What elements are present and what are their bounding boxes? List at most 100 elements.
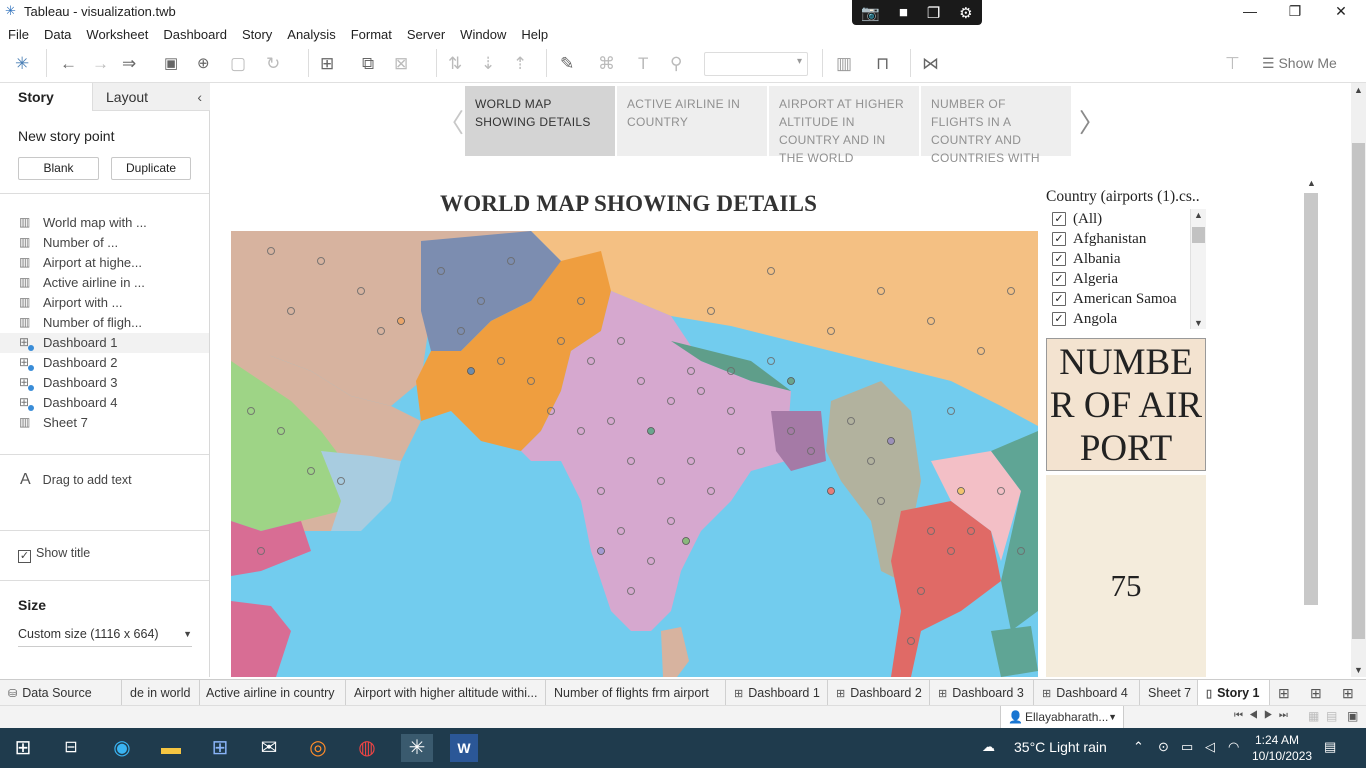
- sheet-tab[interactable]: ▯ Story 1: [1198, 680, 1270, 705]
- sheet-list-item[interactable]: ⊞ Dashboard 4: [0, 393, 209, 413]
- duplicate-button[interactable]: Duplicate: [111, 157, 191, 180]
- clock[interactable]: 1:24 AM 10/10/2023: [1252, 732, 1312, 764]
- sort-asc-icon[interactable]: ⇣: [481, 54, 495, 74]
- scroll-up-icon[interactable]: ▲: [1354, 85, 1363, 95]
- new-dashboard-tab-icon[interactable]: ⊞: [1310, 685, 1322, 702]
- firefox-icon[interactable]: ◎: [304, 734, 332, 762]
- volume-icon[interactable]: ◁: [1205, 739, 1215, 755]
- restore-button[interactable]: ❐: [1280, 2, 1310, 20]
- new-worksheet-icon[interactable]: ⊞: [320, 54, 334, 74]
- video-icon[interactable]: ■: [899, 4, 908, 21]
- scroll-thumb[interactable]: [1192, 227, 1205, 243]
- share-icon[interactable]: ⋈: [922, 54, 939, 74]
- sheet-list-item[interactable]: ▥ Airport with ...: [0, 293, 209, 313]
- checkbox-icon[interactable]: ✓: [1052, 312, 1066, 326]
- sheet-list-item[interactable]: ▥ Number of ...: [0, 233, 209, 253]
- grid-view-icon[interactable]: ▦: [1308, 709, 1319, 723]
- windows-start-icon[interactable]: ⊞: [9, 734, 37, 762]
- scroll-up-icon[interactable]: ▲: [1307, 178, 1316, 188]
- dashboard-scrollbar[interactable]: ▲: [1303, 178, 1319, 677]
- mail-icon[interactable]: ✉: [255, 734, 283, 762]
- filter-scrollbar[interactable]: ▲ ▼: [1190, 209, 1206, 329]
- sheet-tab[interactable]: ⊞ Dashboard 4: [1034, 680, 1140, 705]
- sheet-list-item[interactable]: ▥ Sheet 7: [0, 413, 209, 433]
- sheet-list-item[interactable]: ▥ World map with ...: [0, 213, 209, 233]
- scroll-thumb[interactable]: [1352, 143, 1365, 639]
- sheet-tab[interactable]: Active airline in country: [198, 680, 346, 705]
- meet-icon[interactable]: ⊙: [1158, 739, 1169, 755]
- blank-button[interactable]: Blank: [18, 157, 99, 180]
- sheet-tab[interactable]: Sheet 7: [1140, 680, 1198, 705]
- menu-data[interactable]: Data: [44, 27, 71, 42]
- presentation-icon[interactable]: ⊓: [876, 54, 889, 74]
- story-point-3[interactable]: AIRPORT AT HIGHER ALTITUDE IN COUNTRY AN…: [769, 86, 919, 165]
- menu-story[interactable]: Story: [242, 27, 272, 42]
- fit-dropdown[interactable]: [704, 52, 808, 76]
- sheet-list-item[interactable]: ⊞ Dashboard 3: [0, 373, 209, 393]
- checkbox-icon[interactable]: ✓: [1052, 252, 1066, 266]
- size-select[interactable]: Custom size (1116 x 664): [18, 627, 192, 647]
- paint-icon[interactable]: ⊤: [1225, 54, 1240, 74]
- battery-icon[interactable]: ▭: [1181, 739, 1193, 755]
- redo-icon[interactable]: →: [92, 54, 109, 74]
- window-icon[interactable]: ❐: [927, 4, 940, 22]
- story-point-1[interactable]: WORLD MAP SHOWING DETAILS: [465, 86, 615, 156]
- filter-item[interactable]: ✓ Algeria: [1047, 269, 1207, 289]
- filmstrip-view-icon[interactable]: ▤: [1326, 709, 1337, 723]
- weather-text[interactable]: 35°C Light rain: [1014, 739, 1107, 755]
- sheet-list-item[interactable]: ⊞ Dashboard 2: [0, 353, 209, 373]
- scroll-down-icon[interactable]: ▼: [1354, 665, 1363, 675]
- filter-item[interactable]: ✓ Angola: [1047, 309, 1207, 329]
- undo-icon[interactable]: ←: [60, 54, 77, 74]
- gear-icon[interactable]: ⚙: [959, 4, 972, 22]
- tableau-taskbar-icon[interactable]: ✳: [401, 734, 433, 762]
- menu-worksheet[interactable]: Worksheet: [86, 27, 148, 42]
- sheet-list-item[interactable]: ▥ Airport at highe...: [0, 253, 209, 273]
- tableau-home-icon[interactable]: ✳: [15, 54, 29, 74]
- drag-text-item[interactable]: A Drag to add text: [20, 471, 132, 489]
- sheet-tab[interactable]: ⊞ Dashboard 1: [726, 680, 828, 705]
- previous-story-point-icon[interactable]: 〈: [438, 103, 464, 140]
- chrome-icon[interactable]: ◍: [353, 734, 381, 762]
- word-icon[interactable]: W: [450, 734, 478, 762]
- menu-analysis[interactable]: Analysis: [287, 27, 335, 42]
- sheet-list-item[interactable]: ▥ Number of fligh...: [0, 313, 209, 333]
- sheet-tab[interactable]: ⊞ Dashboard 3: [930, 680, 1034, 705]
- sheet-tab[interactable]: ⛁ Data Source: [0, 680, 122, 705]
- map-svg[interactable]: [231, 231, 1038, 677]
- sheet-list-item[interactable]: ⊞ Dashboard 1: [0, 333, 209, 353]
- menu-window[interactable]: Window: [460, 27, 506, 42]
- story-point-4[interactable]: NUMBER OF FLIGHTS IN A COUNTRY AND COUNT…: [921, 86, 1071, 165]
- file-explorer-icon[interactable]: ▬: [157, 734, 185, 762]
- tab-story[interactable]: Story: [0, 83, 92, 111]
- scroll-thumb[interactable]: [1304, 193, 1318, 605]
- notification-icon[interactable]: ▤: [1324, 739, 1336, 755]
- checkbox-icon[interactable]: ✓: [1052, 212, 1066, 226]
- edge-icon[interactable]: ◉: [108, 734, 136, 762]
- filter-item[interactable]: ✓ (All): [1047, 209, 1207, 229]
- user-menu[interactable]: 👤 Ellayabharath...: [1000, 706, 1124, 728]
- sheet-navigation[interactable]: ⏮◀▶⏭: [1234, 710, 1294, 721]
- filter-item[interactable]: ✓ Albania: [1047, 249, 1207, 269]
- wifi-icon[interactable]: ◠: [1228, 739, 1239, 755]
- store-icon[interactable]: ⊞: [206, 734, 234, 762]
- menu-dashboard[interactable]: Dashboard: [163, 27, 227, 42]
- collapse-icon[interactable]: ‹: [197, 83, 202, 111]
- clear-sheet-icon[interactable]: ⊠: [394, 54, 408, 74]
- next-story-point-icon[interactable]: 〉: [1079, 103, 1105, 140]
- filter-item[interactable]: ✓ American Samoa: [1047, 289, 1207, 309]
- show-title-checkbox[interactable]: ✓ Show title: [18, 546, 90, 563]
- task-view-icon[interactable]: ⊟: [57, 734, 85, 762]
- sheet-tab[interactable]: Number of flights frm airport: [546, 680, 726, 705]
- new-story-tab-icon[interactable]: ⊞: [1342, 685, 1354, 702]
- sort-desc-icon[interactable]: ⇡: [513, 54, 527, 74]
- save-icon[interactable]: ▣: [164, 54, 178, 74]
- label-icon[interactable]: T: [638, 54, 648, 74]
- story-point-2[interactable]: ACTIVE AIRLINE IN COUNTRY: [617, 86, 767, 156]
- menu-help[interactable]: Help: [521, 27, 548, 42]
- show-cards-icon[interactable]: ▥: [836, 54, 852, 74]
- camera-icon[interactable]: 📷: [861, 4, 880, 22]
- sheet-tab[interactable]: ⊞ Dashboard 2: [828, 680, 930, 705]
- checkbox-icon[interactable]: ✓: [1052, 272, 1066, 286]
- story-scrollbar[interactable]: ▲ ▼: [1351, 83, 1366, 677]
